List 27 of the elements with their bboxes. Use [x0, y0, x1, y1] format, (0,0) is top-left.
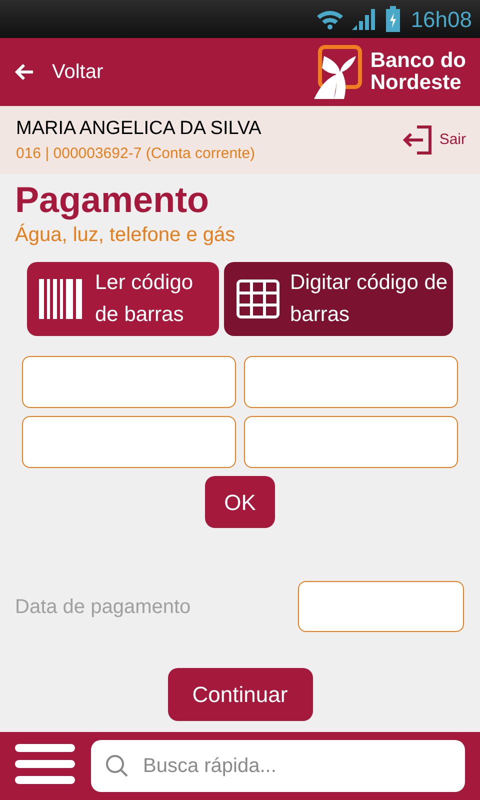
search-icon [105, 754, 129, 778]
mode-button[interactable]: Digitar código de barras [224, 262, 453, 336]
back-arrow-icon [14, 63, 34, 81]
barcode-icon [39, 279, 85, 319]
back-button[interactable]: Voltar [14, 57, 104, 87]
payment-date-label: Data de pagamento [15, 594, 191, 620]
logo-text: Banco do Nordeste [370, 50, 466, 94]
page-subtitle: Água, luz, telefone e gás [15, 222, 236, 248]
grid-icon [236, 279, 280, 319]
ok-button[interactable]: OK [205, 476, 275, 528]
menu-icon [15, 744, 75, 784]
barcode-field[interactable] [22, 416, 236, 468]
page-title: Pagamento [15, 178, 210, 222]
mode-button[interactable]: Ler código de barras [27, 262, 219, 336]
logout-button[interactable]: Sair [401, 124, 466, 156]
barcode-field[interactable] [244, 356, 458, 408]
clock-time: 16h08 [410, 6, 472, 34]
barcode-field[interactable] [22, 356, 236, 408]
barcode-field[interactable] [244, 416, 458, 468]
logout-icon [401, 124, 434, 156]
account-holder-name: MARIA ANGELICA DA SILVA [16, 116, 262, 140]
date-field[interactable] [298, 581, 464, 632]
logo-icon [314, 44, 364, 100]
continue-button[interactable]: Continuar [168, 668, 312, 721]
account-number: 016 | 000003692-7 (Conta corrente) [16, 144, 256, 164]
battery-icon [384, 6, 401, 32]
search-field[interactable]: Busca rápida... [91, 740, 465, 792]
